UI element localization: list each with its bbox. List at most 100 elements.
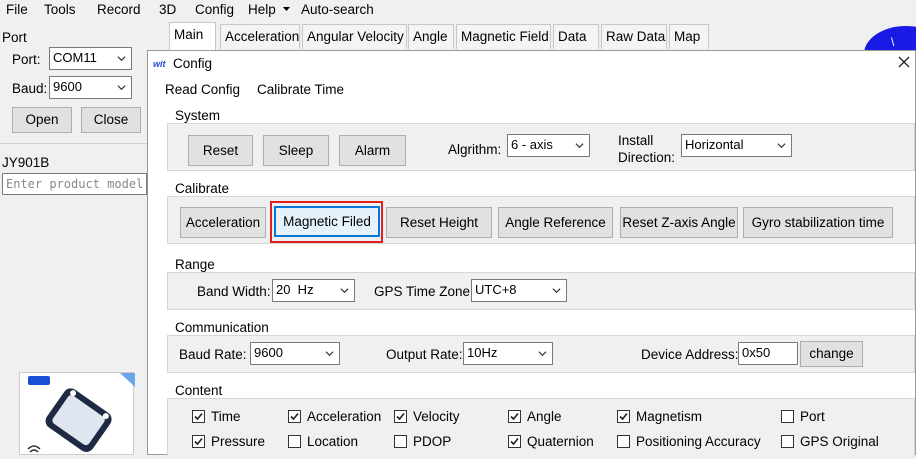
- alarm-button[interactable]: Alarm: [339, 135, 406, 166]
- output-rate-select[interactable]: 10Hz: [463, 342, 553, 365]
- checkbox-gps-original[interactable]: GPS Original: [781, 434, 879, 449]
- calibrate-acceleration-button[interactable]: Acceleration: [180, 207, 266, 238]
- config-dialog: wit Config Read Config Calibrate Time Sy…: [147, 50, 916, 456]
- checkbox-location[interactable]: Location: [288, 434, 358, 449]
- menu-calibrate-time[interactable]: Calibrate Time: [257, 82, 344, 97]
- gyro-stabilization-time-button[interactable]: Gyro stabilization time: [743, 207, 893, 238]
- sleep-button[interactable]: Sleep: [263, 135, 329, 166]
- gps-time-zone-select[interactable]: UTC+8: [471, 279, 567, 302]
- change-address-button[interactable]: change: [800, 341, 863, 367]
- range-group-title: Range: [175, 257, 215, 272]
- checkbox-checked-icon[interactable]: [508, 410, 521, 423]
- menu-tools[interactable]: Tools: [44, 2, 76, 17]
- menu-file[interactable]: File: [6, 2, 28, 17]
- tab-acceleration[interactable]: Acceleration: [220, 24, 300, 49]
- open-button[interactable]: Open: [12, 107, 72, 133]
- tab-magnetic-field[interactable]: Magnetic Field: [456, 24, 551, 49]
- checkbox-checked-icon[interactable]: [508, 435, 521, 448]
- checkbox-angle[interactable]: Angle: [508, 409, 562, 424]
- bandwidth-value: 20 Hz: [276, 282, 314, 297]
- checkbox-label: Port: [800, 409, 825, 424]
- menu-help[interactable]: Help: [248, 2, 290, 17]
- reset-height-button[interactable]: Reset Height: [386, 207, 492, 238]
- baud-rate-label: Baud Rate:: [179, 347, 247, 362]
- checkbox-label: GPS Original: [800, 434, 879, 449]
- checkbox-port[interactable]: Port: [781, 409, 825, 424]
- checkbox-positioning-accuracy[interactable]: Positioning Accuracy: [617, 434, 761, 449]
- port-select[interactable]: COM11: [49, 47, 132, 70]
- tab-map[interactable]: Map: [669, 24, 709, 49]
- device-address-value: 0x50: [742, 345, 771, 360]
- port-group-title: Port: [2, 30, 27, 45]
- dialog-title: Config: [173, 56, 213, 71]
- chevron-down-icon: [325, 351, 334, 357]
- checkbox-unchecked-icon[interactable]: [781, 410, 794, 423]
- calibrate-group-title: Calibrate: [175, 181, 230, 196]
- checkbox-acceleration[interactable]: Acceleration: [288, 409, 381, 424]
- output-rate-value: 10Hz: [467, 345, 498, 360]
- baud-value: 9600: [53, 79, 82, 94]
- gps-time-zone-label: GPS Time Zone:: [374, 284, 474, 299]
- calibrate-magnetic-field-button[interactable]: Magnetic Filed: [274, 206, 380, 237]
- chevron-down-icon: [552, 288, 561, 294]
- checkbox-label: PDOP: [413, 434, 452, 449]
- tab-angular-velocity[interactable]: Angular Velocity: [302, 24, 407, 49]
- checkbox-checked-icon[interactable]: [192, 435, 205, 448]
- baud-rate-value: 9600: [254, 345, 283, 360]
- bandwidth-select[interactable]: 20 Hz: [272, 279, 355, 302]
- checkbox-velocity[interactable]: Velocity: [394, 409, 460, 424]
- baud-select[interactable]: 9600: [49, 76, 132, 99]
- close-icon[interactable]: [896, 54, 912, 70]
- tab-data[interactable]: Data: [553, 24, 599, 49]
- reset-z-axis-angle-button[interactable]: Reset Z-axis Angle: [620, 207, 738, 238]
- angle-reference-button[interactable]: Angle Reference: [498, 207, 613, 238]
- checkbox-unchecked-icon[interactable]: [617, 435, 630, 448]
- install-direction-select[interactable]: Horizontal: [681, 134, 792, 157]
- menu-bar: File Tools Record 3D Config Help Auto-se…: [0, 0, 916, 22]
- checkbox-pressure[interactable]: Pressure: [192, 434, 265, 449]
- device-address-label: Device Address:: [641, 347, 739, 362]
- reset-button[interactable]: Reset: [188, 135, 253, 166]
- algorithm-select[interactable]: 6 - axis: [507, 134, 590, 157]
- checkbox-quaternion[interactable]: Quaternion: [508, 434, 594, 449]
- product-model-input[interactable]: Enter product model: [2, 173, 147, 195]
- tab-main[interactable]: Main: [169, 22, 216, 50]
- chevron-down-icon: [117, 85, 126, 91]
- menu-read-config[interactable]: Read Config: [165, 82, 240, 97]
- port-value: COM11: [53, 50, 97, 65]
- checkbox-checked-icon[interactable]: [288, 410, 301, 423]
- bandwidth-label: Band Width:: [197, 284, 271, 299]
- svg-text:wit: wit: [153, 59, 167, 69]
- chevron-down-icon: [777, 143, 786, 149]
- checkbox-label: Pressure: [211, 434, 266, 449]
- checkbox-checked-icon[interactable]: [394, 410, 407, 423]
- baud-rate-select[interactable]: 9600: [250, 342, 340, 365]
- checkbox-checked-icon[interactable]: [192, 410, 205, 423]
- port-label: Port:: [12, 52, 41, 67]
- install-label-line2: Direction:: [618, 150, 676, 165]
- menu-auto-search[interactable]: Auto-search: [301, 2, 374, 17]
- device-model-label: JY901B: [2, 155, 50, 170]
- checkbox-unchecked-icon[interactable]: [394, 435, 407, 448]
- algorithm-value: 6 - axis: [511, 137, 553, 152]
- checkbox-label: Positioning Accuracy: [636, 434, 761, 449]
- communication-group-title: Communication: [175, 320, 269, 335]
- menu-config[interactable]: Config: [195, 2, 234, 17]
- checkbox-time[interactable]: Time: [192, 409, 241, 424]
- tab-raw-data[interactable]: Raw Data: [601, 24, 667, 49]
- algorithm-label: Algrithm:: [448, 142, 502, 157]
- checkbox-label: Location: [307, 434, 359, 449]
- menu-record[interactable]: Record: [97, 2, 141, 17]
- sensor-device-icon: [27, 373, 135, 453]
- checkbox-checked-icon[interactable]: [617, 410, 630, 423]
- checkbox-label: Angle: [527, 409, 562, 424]
- close-button[interactable]: Close: [81, 107, 141, 133]
- gps-time-zone-value: UTC+8: [475, 282, 517, 297]
- checkbox-pdop[interactable]: PDOP: [394, 434, 451, 449]
- checkbox-unchecked-icon[interactable]: [781, 435, 794, 448]
- checkbox-unchecked-icon[interactable]: [288, 435, 301, 448]
- tab-angle[interactable]: Angle: [408, 24, 454, 49]
- checkbox-magnetism[interactable]: Magnetism: [617, 409, 702, 424]
- menu-3d[interactable]: 3D: [159, 2, 176, 17]
- device-address-input[interactable]: 0x50: [738, 342, 798, 365]
